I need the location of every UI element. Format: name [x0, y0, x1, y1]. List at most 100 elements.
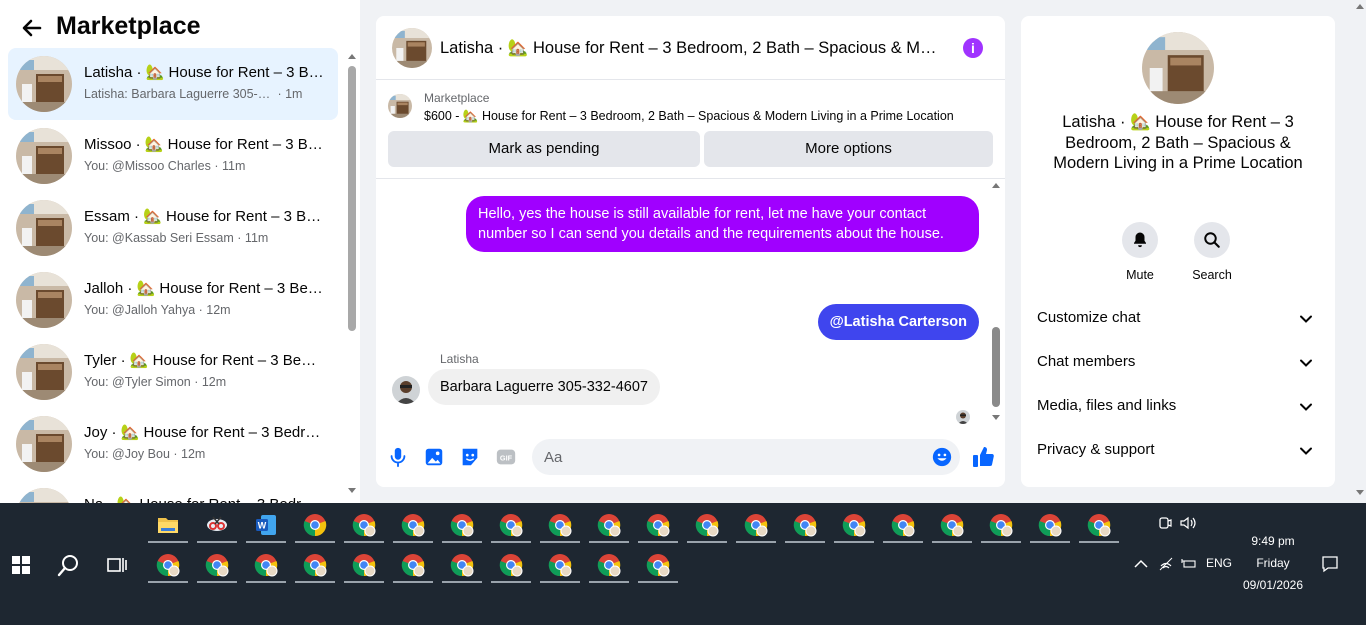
privacy-support-section[interactable]: Privacy & support — [1037, 428, 1319, 472]
chrome-profile-app[interactable] — [246, 547, 286, 583]
chrome-profile-app[interactable] — [589, 507, 629, 543]
chrome-profile-app[interactable] — [1079, 507, 1119, 543]
notifications-icon[interactable] — [1321, 555, 1339, 573]
page-scrollbar[interactable] — [1354, 0, 1366, 503]
scroll-up-arrow-icon[interactable] — [1356, 4, 1364, 9]
chevron-down-icon — [1300, 447, 1312, 455]
chrome-profile-app[interactable] — [442, 507, 482, 543]
chrome-profile-app[interactable] — [932, 507, 972, 543]
emoji-icon[interactable] — [932, 447, 952, 467]
conversation-item[interactable]: Latisha · 🏡 House for Rent – 3 Bedroom, … — [8, 48, 338, 120]
chrome-profile-icon — [548, 513, 572, 537]
windows-start-icon[interactable] — [12, 556, 30, 574]
chrome-profile-icon — [254, 553, 278, 577]
chrome-profile-app[interactable] — [344, 547, 384, 583]
chrome-profile-app[interactable] — [393, 507, 433, 543]
message-input[interactable] — [532, 439, 960, 475]
customize-chat-section[interactable]: Customize chat — [1037, 296, 1319, 340]
conversation-item[interactable]: Joy · 🏡 House for Rent – 3 Bedroom, 2 Ba… — [8, 408, 338, 480]
chevron-up-icon[interactable] — [1134, 559, 1148, 569]
chrome-profile-app[interactable] — [981, 507, 1021, 543]
chrome-profile-app[interactable] — [883, 507, 923, 543]
section-label: Media, files and links — [1037, 397, 1177, 414]
listing-title[interactable]: $600 - 🏡 House for Rent – 3 Bedroom, 2 B… — [424, 109, 954, 124]
chrome-profile-icon — [450, 513, 474, 537]
conversation-item[interactable]: Essam · 🏡 House for Rent – 3 Bedroom, 2 … — [8, 192, 338, 264]
chrome-profile-app[interactable] — [1030, 507, 1070, 543]
microphone-icon[interactable] — [387, 446, 409, 468]
chrome-profile-app[interactable] — [295, 547, 335, 583]
file-explorer-app[interactable] — [148, 507, 188, 543]
gif-icon[interactable]: GIF — [495, 446, 517, 468]
avatar[interactable] — [1142, 32, 1214, 104]
wifi-icon[interactable] — [1158, 557, 1174, 571]
bell-icon — [1134, 232, 1146, 248]
chrome-profile-app[interactable] — [491, 547, 531, 583]
chat-members-section[interactable]: Chat members — [1037, 340, 1319, 384]
meet-now-icon[interactable] — [1158, 516, 1172, 530]
chrome-profile-app[interactable] — [442, 547, 482, 583]
scroll-up-arrow-icon[interactable] — [348, 54, 356, 59]
chrome-profile-app[interactable] — [540, 507, 580, 543]
scrollbar-thumb[interactable] — [348, 66, 356, 331]
chrome-profile-app[interactable] — [589, 547, 629, 583]
more-options-button[interactable]: More options — [704, 131, 993, 167]
snipping-tool-app[interactable] — [197, 507, 237, 543]
chrome-profile-icon — [499, 553, 523, 577]
scroll-down-arrow-icon[interactable] — [348, 488, 356, 493]
chrome-profile-app[interactable] — [393, 547, 433, 583]
avatar — [16, 128, 72, 184]
sidebar-scrollbar[interactable] — [346, 54, 358, 501]
chrome-app[interactable] — [295, 507, 335, 543]
conversation-item[interactable]: Jalloh · 🏡 House for Rent – 3 Bedroom, 2… — [8, 264, 338, 336]
outgoing-message[interactable]: Hello, yes the house is still available … — [466, 196, 979, 252]
listing-thumbnail[interactable] — [388, 94, 412, 118]
chrome-profile-app[interactable] — [736, 507, 776, 543]
scroll-down-arrow-icon[interactable] — [1356, 490, 1364, 495]
mute-button[interactable]: Mute — [1110, 222, 1170, 282]
conversation-item[interactable]: Missoo · 🏡 House for Rent – 3 Bedroom, 2… — [8, 120, 338, 192]
thumbs-up-icon[interactable] — [971, 445, 995, 469]
chrome-profile-icon — [499, 513, 523, 537]
clock-date[interactable]: 09/01/2026 — [1240, 578, 1306, 592]
avatar[interactable] — [392, 28, 432, 68]
search-icon[interactable] — [57, 553, 81, 577]
chrome-profile-app[interactable] — [197, 547, 237, 583]
chrome-profile-app[interactable] — [785, 507, 825, 543]
language-indicator[interactable]: ENG — [1206, 556, 1232, 570]
media-files-links-section[interactable]: Media, files and links — [1037, 384, 1319, 428]
chrome-profile-app[interactable] — [638, 507, 678, 543]
conversation-item[interactable]: Tyler · 🏡 House for Rent – 3 Bedroom, 2 … — [8, 336, 338, 408]
task-view-icon[interactable] — [106, 554, 128, 576]
outgoing-message[interactable]: @Latisha Carterson — [817, 304, 979, 340]
mark-as-pending-button[interactable]: Mark as pending — [388, 131, 700, 167]
photo-icon[interactable] — [423, 446, 445, 468]
word-app[interactable]: W — [246, 507, 286, 543]
info-icon[interactable]: i — [963, 38, 983, 58]
chrome-profile-app[interactable] — [540, 547, 580, 583]
chrome-profile-app[interactable] — [344, 507, 384, 543]
chat-title[interactable]: Latisha · 🏡 House for Rent – 3 Bedroom, … — [440, 39, 945, 58]
search-button[interactable]: Search — [1182, 222, 1242, 282]
chrome-profile-app[interactable] — [687, 507, 727, 543]
incoming-message[interactable]: Barbara Laguerre 305-332-4607 — [428, 369, 660, 405]
sticker-icon[interactable] — [459, 446, 481, 468]
chrome-profile-app[interactable] — [834, 507, 874, 543]
scroll-up-arrow-icon[interactable] — [992, 183, 1000, 188]
clock-time[interactable]: 9:49 pm — [1240, 534, 1306, 548]
chrome-profile-icon — [401, 513, 425, 537]
chrome-profile-app[interactable] — [148, 547, 188, 583]
clock-day[interactable]: Friday — [1240, 556, 1306, 570]
scrollbar-thumb[interactable] — [992, 327, 1000, 407]
chat-scrollbar[interactable] — [989, 181, 1003, 426]
battery-icon[interactable] — [1181, 558, 1197, 570]
chrome-profile-app[interactable] — [491, 507, 531, 543]
conversation-snippet: You: @Missoo Charles · 11m — [84, 159, 246, 173]
conversation-title: Missoo · 🏡 House for Rent – 3 Bedroom, 2… — [84, 136, 324, 153]
avatar[interactable] — [392, 376, 420, 404]
scroll-down-arrow-icon[interactable] — [992, 415, 1000, 420]
volume-icon[interactable] — [1180, 516, 1196, 530]
conversation-item[interactable]: Na · 🏡 House for Rent – 3 Bedroom, 2 Bat… — [8, 480, 338, 503]
chrome-profile-app[interactable] — [638, 547, 678, 583]
back-arrow-icon[interactable] — [20, 16, 44, 40]
